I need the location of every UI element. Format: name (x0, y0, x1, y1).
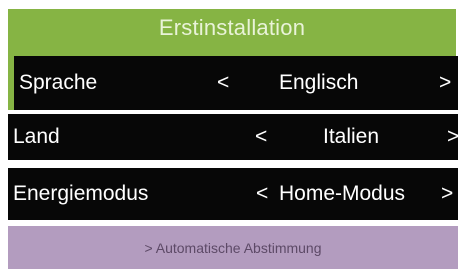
auto-tuning-button[interactable]: > Automatische Abstimmung (8, 226, 458, 269)
language-value: Englisch (279, 71, 359, 94)
country-value: Italien (323, 125, 380, 148)
setup-screen: Erstinstallation Sprache < Englisch > La… (0, 0, 458, 269)
energy-mode-prev-arrow[interactable]: < (256, 182, 268, 206)
energy-mode-label: Energiemodus (13, 182, 149, 205)
language-next-arrow[interactable]: > (439, 71, 451, 95)
country-next-arrow[interactable]: > (447, 125, 458, 149)
setting-row-country[interactable]: Land < Italien > (8, 114, 458, 160)
screen-title: Erstinstallation (158, 15, 306, 40)
header-bar: Erstinstallation (8, 9, 456, 56)
setting-row-energy-mode[interactable]: Energiemodus < Home-Modus > (8, 168, 458, 220)
energy-mode-value: Home-Modus (279, 182, 406, 205)
auto-tuning-label: > Automatische Abstimmung (144, 240, 322, 256)
setting-row-language[interactable]: Sprache < Englisch > (14, 56, 458, 110)
language-label: Sprache (19, 71, 98, 94)
country-label: Land (13, 125, 60, 148)
energy-mode-next-arrow[interactable]: > (441, 182, 453, 206)
country-prev-arrow[interactable]: < (255, 125, 267, 149)
language-prev-arrow[interactable]: < (217, 71, 229, 95)
